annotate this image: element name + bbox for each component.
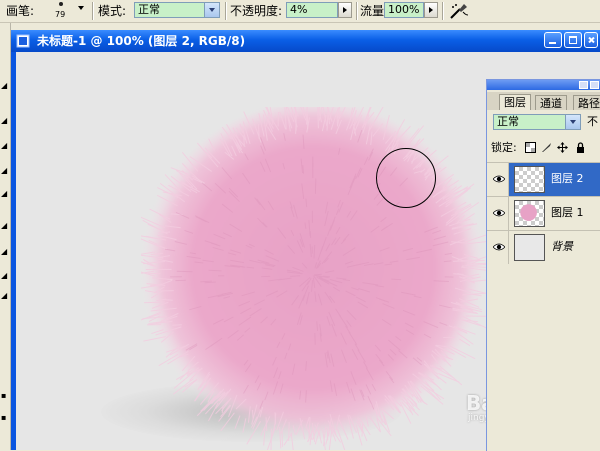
layers-panel: 图层 通道 路径 正常 不 锁定: 图层 2 图层 1 背景 (486, 79, 600, 451)
layer-name: 图层 2 (551, 172, 584, 186)
lock-transparency-icon[interactable] (525, 142, 536, 153)
tool-icon[interactable]: ◢ (1, 223, 7, 229)
airbrush-icon[interactable] (448, 1, 470, 21)
layer-thumbnail (514, 200, 545, 227)
maximize-button[interactable] (564, 32, 582, 48)
options-bar: 画笔: 79 模式: 正常 不透明度: 4% 流量: 100% (0, 0, 600, 23)
visibility-toggle[interactable] (487, 197, 509, 230)
layer-opacity-label: 不 (587, 115, 598, 129)
tab-layers[interactable]: 图层 (499, 94, 531, 110)
toolbox: ◢ ◢ ◢ ◢ ◢ ◢ ◢ ◢ ◢ ▪ ▪ (0, 23, 11, 450)
layer-row-1[interactable]: 图层 1 (487, 196, 600, 230)
tool-icon[interactable]: ◢ (1, 273, 7, 279)
flow-value: 100% (388, 3, 419, 16)
tool-icon[interactable]: ◢ (1, 168, 7, 174)
flow-slider-arrow-icon[interactable] (424, 2, 438, 18)
opacity-value: 4% (290, 3, 307, 16)
opacity-input[interactable]: 4% (286, 2, 338, 18)
eye-icon (493, 242, 505, 252)
close-button[interactable] (584, 32, 598, 48)
pink-fur-ball (141, 107, 486, 450)
layer-thumbnail (514, 234, 545, 261)
tab-paths[interactable]: 路径 (573, 95, 600, 110)
separator (92, 2, 93, 20)
visibility-toggle[interactable] (487, 163, 509, 196)
opacity-slider-arrow-icon[interactable] (338, 2, 352, 18)
lock-pixels-icon[interactable] (541, 142, 552, 153)
tool-icon[interactable]: ◢ (1, 191, 7, 197)
lock-label: 锁定: (491, 141, 517, 155)
mode-value: 正常 (138, 3, 160, 16)
tool-icon[interactable]: ◢ (1, 83, 7, 89)
layer-blend-mode-value: 正常 (497, 115, 519, 128)
chevron-down-icon[interactable] (565, 115, 580, 129)
chevron-down-icon[interactable] (204, 3, 219, 17)
mode-select[interactable]: 正常 (134, 2, 220, 18)
layer-name: 图层 1 (551, 206, 584, 220)
photoshop-document-icon (16, 34, 30, 48)
visibility-toggle[interactable] (487, 231, 509, 264)
pink-ball-thumbnail-icon (515, 201, 544, 226)
document-title: 未标题-1 @ 100% (图层 2, RGB/8) (37, 34, 245, 48)
panel-minimize-button[interactable] (579, 81, 588, 89)
tool-icon[interactable]: ◢ (1, 293, 7, 299)
brush-cursor (376, 148, 436, 208)
tool-icon[interactable]: ▪ (1, 415, 7, 421)
tab-channels[interactable]: 通道 (535, 95, 567, 110)
layer-blend-mode-select[interactable]: 正常 (493, 114, 581, 130)
brush-tool-icon[interactable]: ◢ (1, 143, 7, 149)
flow-input[interactable]: 100% (384, 2, 424, 18)
layer-row-2[interactable]: 图层 2 (487, 162, 600, 196)
layer-name: 背景 (551, 240, 573, 254)
minimize-button[interactable] (544, 32, 562, 48)
separator (442, 2, 443, 20)
separator (225, 2, 226, 20)
mode-label: 模式: (98, 3, 126, 19)
tool-icon[interactable]: ▪ (1, 393, 7, 399)
opacity-label: 不透明度: (230, 3, 282, 19)
tool-icon[interactable]: ◢ (1, 249, 7, 255)
panel-tabs: 图层 通道 路径 (487, 92, 600, 110)
eye-icon (493, 208, 505, 218)
panel-close-button[interactable] (590, 81, 599, 89)
layer-thumbnail (514, 166, 545, 193)
tool-icon[interactable]: ◢ (1, 118, 7, 124)
separator (356, 2, 357, 20)
brush-preset-picker[interactable]: 79 (48, 0, 76, 22)
brush-size: 79 (55, 10, 65, 20)
brush-label: 画笔: (6, 3, 34, 19)
document-titlebar[interactable]: 未标题-1 @ 100% (图层 2, RGB/8) (11, 30, 600, 52)
lock-position-icon[interactable] (557, 142, 568, 153)
brush-dropdown-arrow-icon[interactable] (78, 6, 84, 10)
eye-icon (493, 174, 505, 184)
layer-row-background[interactable]: 背景 (487, 230, 600, 264)
brush-tip-icon (59, 2, 63, 6)
panel-titlebar[interactable] (487, 80, 600, 90)
lock-all-icon[interactable] (575, 142, 586, 153)
